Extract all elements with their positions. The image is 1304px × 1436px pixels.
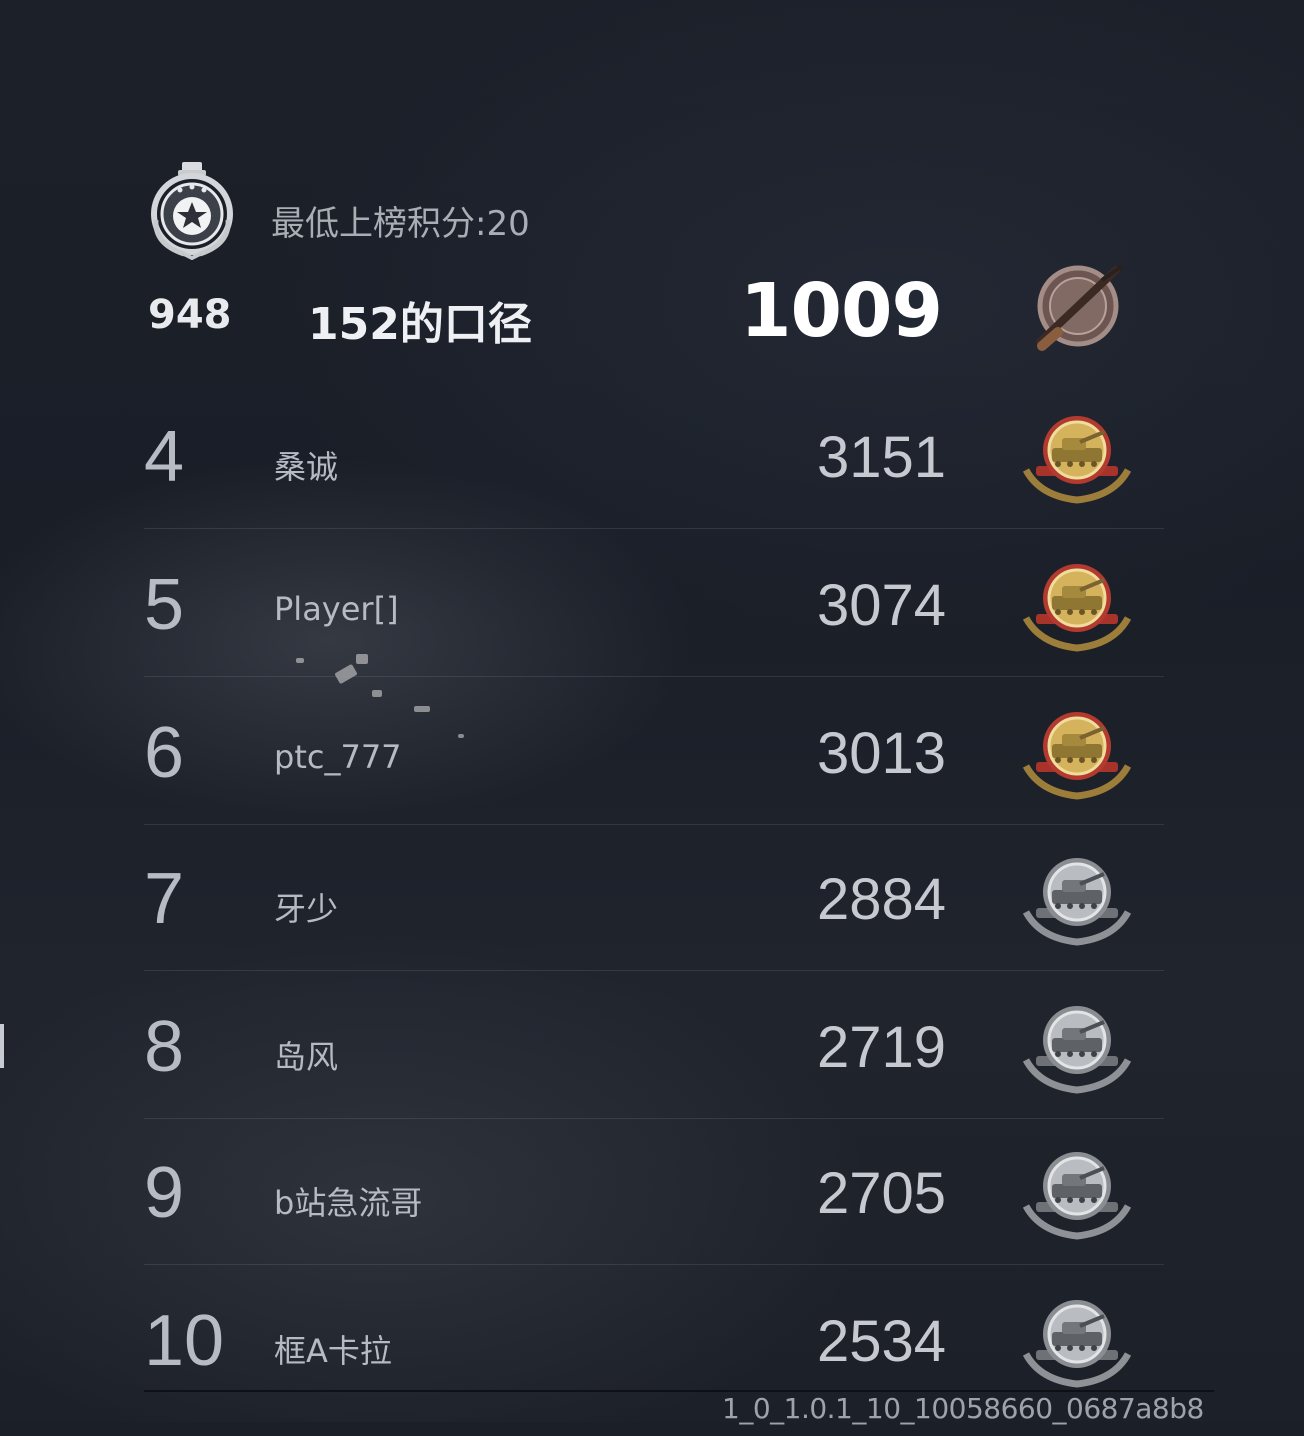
row-divider xyxy=(144,676,1164,677)
side-tab-handle[interactable] xyxy=(0,1024,4,1068)
self-score: 1009 xyxy=(740,268,943,354)
player-name: ptc_777 xyxy=(274,738,402,776)
silver-tank-medal-icon xyxy=(1022,858,1132,946)
leaderboard-row: 9 b站急流哥 2705 xyxy=(144,1140,1164,1288)
star-rank-emblem-icon xyxy=(151,162,233,260)
gold-tank-medal-icon xyxy=(1022,564,1132,652)
player-score: 2705 xyxy=(816,1161,946,1226)
row-divider xyxy=(144,824,1164,825)
rank-number: 9 xyxy=(144,1153,185,1233)
player-name: b站急流哥 xyxy=(274,1184,423,1222)
self-rank-number: 948 xyxy=(148,292,232,338)
player-score: 3074 xyxy=(816,573,946,638)
silver-tank-medal-icon xyxy=(1022,1300,1132,1388)
gold-tank-medal-icon xyxy=(1022,416,1132,504)
version-string: 1_0_1.0.1_10_10058660_0687a8b8 xyxy=(722,1392,1204,1425)
leaderboard-row: 6 ptc_777 3013 xyxy=(144,700,1164,848)
player-score: 3013 xyxy=(816,721,946,786)
rank-number: 6 xyxy=(144,713,185,793)
player-name: 框A卡拉 xyxy=(274,1332,392,1370)
player-name: 岛风 xyxy=(274,1038,339,1076)
silver-tank-medal-icon xyxy=(1022,1152,1132,1240)
leaderboard-row: 8 岛风 2719 xyxy=(144,994,1164,1142)
player-name: 牙少 xyxy=(274,890,339,928)
row-divider xyxy=(144,528,1164,529)
leaderboard-header: 最低上榜积分:20 xyxy=(144,160,744,270)
player-score: 2884 xyxy=(816,867,946,932)
leaderboard-row: 4 桑诚 3151 xyxy=(144,404,1164,552)
row-divider xyxy=(144,1118,1164,1119)
player-score: 2719 xyxy=(816,1015,946,1080)
player-score: 3151 xyxy=(816,425,946,490)
player-name: Player[] xyxy=(274,590,399,628)
self-player-name: 152的口径 xyxy=(308,299,532,350)
rank-number: 7 xyxy=(144,859,185,939)
row-divider xyxy=(144,970,1164,971)
leaderboard-row: 5 Player[] 3074 xyxy=(144,552,1164,700)
rank-number: 4 xyxy=(144,417,185,497)
min-score-label: 最低上榜积分:20 xyxy=(271,204,530,244)
player-score: 2534 xyxy=(816,1309,946,1374)
gold-tank-medal-icon xyxy=(1022,712,1132,800)
leaderboard-row: 7 牙少 2884 xyxy=(144,846,1164,994)
rank-number: 5 xyxy=(144,565,185,645)
rifle-bronze-medal-icon xyxy=(1036,264,1124,351)
self-rank-row: 948 152的口径 1009 xyxy=(144,262,1164,358)
silver-tank-medal-icon xyxy=(1022,1006,1132,1094)
row-divider xyxy=(144,1264,1164,1265)
rank-number: 8 xyxy=(144,1007,185,1087)
player-name: 桑诚 xyxy=(274,448,339,486)
rank-number: 10 xyxy=(144,1301,225,1381)
